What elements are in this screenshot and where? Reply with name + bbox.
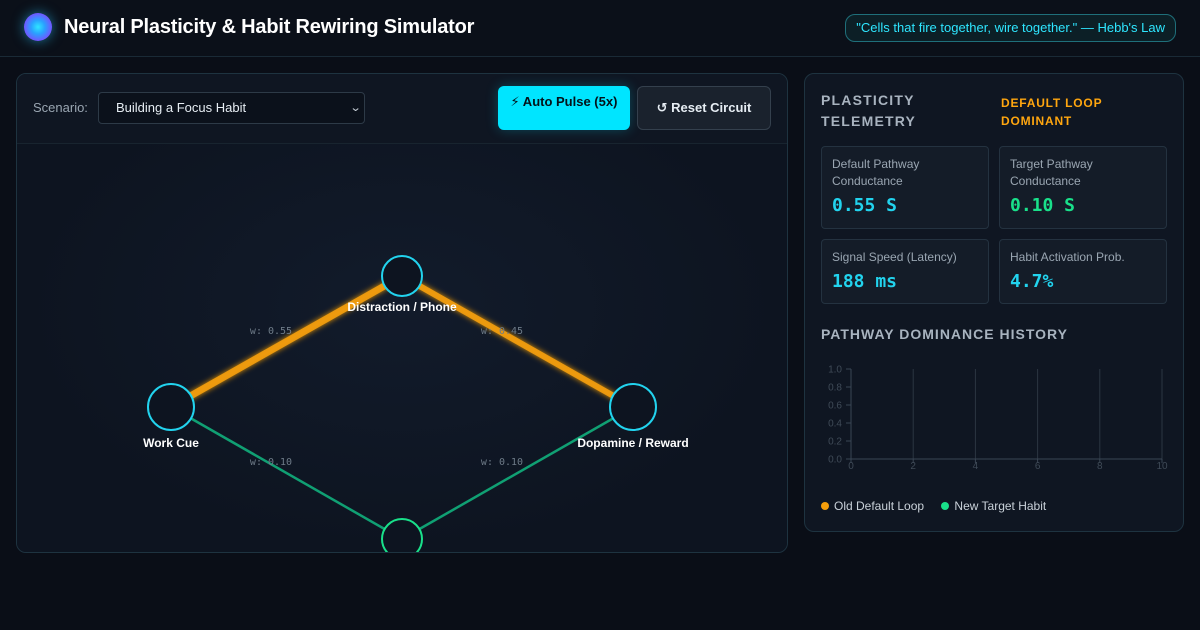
metric-signal-speed: Signal Speed (Latency) 188 ms [821,239,989,304]
metric-value: 188 ms [832,271,898,292]
hebb-quote-badge: "Cells that fire together, wire together… [845,14,1176,42]
pathway-distraction-to-reward[interactable] [400,273,635,410]
x-tick-label: 4 [973,461,979,472]
metric-label: Default Pathway Conductance [832,157,920,188]
pathway-history-chart: 0.0 0.2 0.4 0.6 0.8 1.0 0 2 4 6 8 10 [828,365,1168,473]
node-label-distraction: Distraction / Phone [347,300,457,314]
y-tick-label: 0.2 [828,437,842,448]
metric-label: Signal Speed (Latency) [832,250,957,264]
node-label-reward: Dopamine / Reward [577,436,688,450]
circuit-diagram: w: 0.55 w: 0.45 w: 0.10 w: 0.10 Distract… [143,255,689,553]
metric-default-conductance: Default Pathway Conductance 0.55 S [821,146,989,229]
auto-pulse-button[interactable]: ⚡ Auto Pulse (5x) [498,86,630,130]
legend-dot-icon [821,502,829,510]
node-reward[interactable] [609,383,657,431]
pathway-cue-to-target[interactable] [170,405,403,541]
scenario-select[interactable]: Building a Focus Habit ⌄ [98,92,365,124]
chevron-down-icon: ⌄ [349,102,362,114]
pathway-target-to-reward[interactable] [401,405,634,541]
legend-label-new: New Target Habit [954,499,1047,513]
metric-target-conductance: Target Pathway Conductance 0.10 S [999,146,1167,229]
pathway-cue-to-distraction[interactable] [169,272,404,411]
legend-item-new: New Target Habit [941,499,1046,513]
x-tick-label: 2 [910,461,916,472]
scenario-label: Scenario: [33,100,88,115]
legend-item-old: Old Default Loop [821,499,924,513]
weight-label-cue-distraction: w: 0.55 [250,326,292,337]
metric-label: Habit Activation Prob. [1010,250,1125,264]
history-chart-title: PATHWAY DOMINANCE HISTORY [821,326,1068,342]
node-work-cue[interactable] [147,383,195,431]
node-distraction[interactable] [381,255,423,297]
weight-label-target-reward: w: 0.10 [481,457,523,468]
metric-value: 0.10 S [1010,195,1076,216]
legend-dot-icon [941,502,950,510]
app-title: Neural Plasticity & Habit Rewiring Simul… [64,16,475,38]
metric-value: 0.55 S [832,195,898,216]
node-target-habit[interactable] [381,518,423,553]
chart-legend: Old Default Loop New Target Habit [821,499,1060,513]
weight-label-cue-target: w: 0.10 [250,457,292,468]
app-logo-icon [24,13,52,41]
x-tick-label: 10 [1156,461,1168,472]
x-tick-label: 0 [848,461,854,472]
x-tick-label: 8 [1097,461,1103,472]
y-tick-label: 0.6 [828,401,842,412]
legend-label-old: Old Default Loop [834,499,925,513]
metric-label: Target Pathway Conductance [1010,157,1093,188]
metric-value: 4.7% [1010,271,1054,292]
scenario-selected-value: Building a Focus Habit [116,100,247,115]
y-tick-label: 0.4 [828,419,842,430]
weight-label-distraction-reward: w: 0.45 [481,326,523,337]
simulation-panel: Scenario: Building a Focus Habit ⌄ ⚡ Aut… [16,73,788,553]
chart-axes: 0.0 0.2 0.4 0.6 0.8 1.0 0 2 4 6 8 10 [828,365,1168,473]
reset-circuit-button[interactable]: ↺ Reset Circuit [637,86,771,130]
telemetry-panel: PLASTICITY TELEMETRY DEFAULT LOOP DOMINA… [804,73,1184,532]
telemetry-title: PLASTICITY TELEMETRY [821,92,917,129]
simulation-toolbar: Scenario: Building a Focus Habit ⌄ ⚡ Aut… [17,74,787,144]
y-tick-label: 0.8 [828,383,842,394]
neural-circuit-canvas[interactable]: w: 0.55 w: 0.45 w: 0.10 w: 0.10 Distract… [17,144,787,553]
y-tick-label: 0.0 [828,455,842,466]
chart-grid [912,369,1163,459]
node-label-work-cue: Work Cue [143,436,199,450]
status-badge: DEFAULT LOOP DOMINANT [1001,96,1103,128]
app-header: Neural Plasticity & Habit Rewiring Simul… [0,0,1200,57]
metric-habit-activation: Habit Activation Prob. 4.7% [999,239,1167,304]
x-tick-label: 6 [1035,461,1041,472]
y-tick-label: 1.0 [828,365,842,376]
